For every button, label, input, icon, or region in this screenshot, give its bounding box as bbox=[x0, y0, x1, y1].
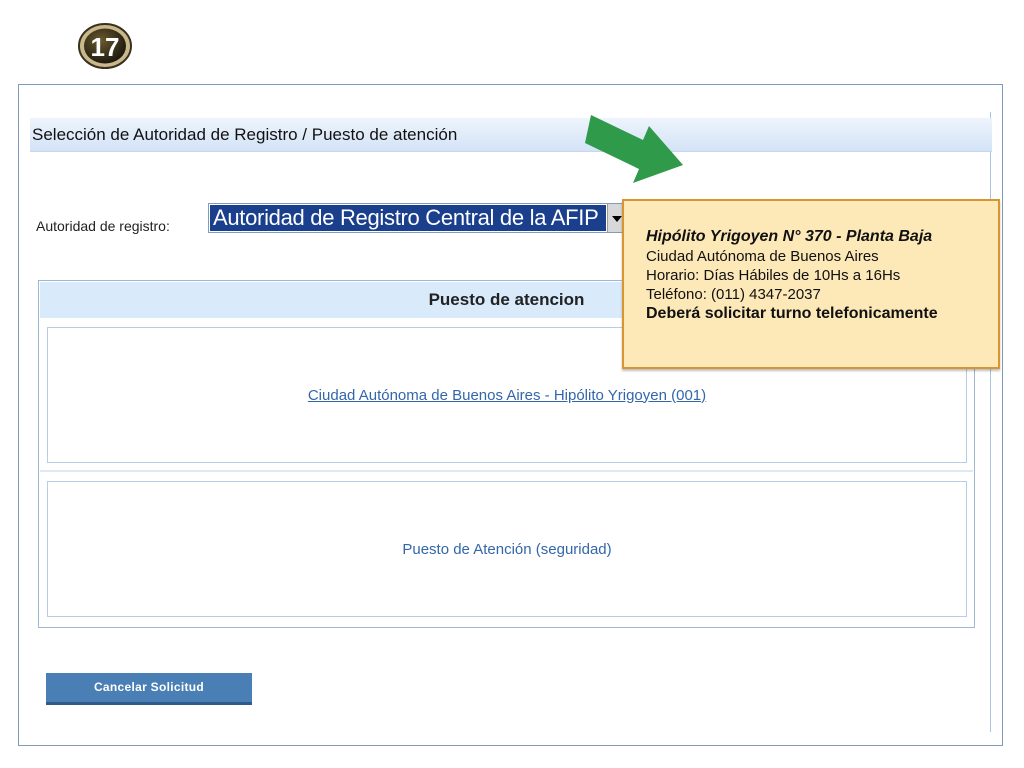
step-number: 17 bbox=[91, 32, 120, 62]
step-number-icon: 17 bbox=[78, 23, 132, 69]
puesto-link[interactable]: Ciudad Autónoma de Buenos Aires - Hipóli… bbox=[308, 387, 706, 404]
tooltip-line: Teléfono: (011) 4347-2037 bbox=[646, 286, 821, 303]
tooltip-line: Ciudad Autónoma de Buenos Aires bbox=[646, 248, 879, 265]
table-row: Puesto de Atención (seguridad) bbox=[47, 481, 967, 617]
puesto-text: Puesto de Atención (seguridad) bbox=[402, 540, 612, 558]
cancel-button[interactable]: Cancelar Solicitud bbox=[46, 673, 252, 705]
tooltip-title: Hipólito Yrigoyen N° 370 - Planta Baja bbox=[646, 228, 933, 245]
registro-selected-value: Autoridad de Registro Central de la AFIP bbox=[210, 205, 606, 231]
green-arrow-icon bbox=[585, 115, 683, 183]
registro-label: Autoridad de registro: bbox=[36, 218, 170, 234]
section-title: Selección de Autoridad de Registro / Pue… bbox=[30, 118, 992, 152]
row-divider bbox=[40, 470, 973, 472]
tooltip: Hipólito Yrigoyen N° 370 - Planta Baja C… bbox=[622, 199, 1000, 369]
tooltip-note: Deberá solicitar turno telefonicamente bbox=[646, 305, 938, 322]
registro-select[interactable]: Autoridad de Registro Central de la AFIP bbox=[208, 203, 626, 233]
tooltip-line: Horario: Días Hábiles de 10Hs a 16Hs bbox=[646, 267, 901, 284]
